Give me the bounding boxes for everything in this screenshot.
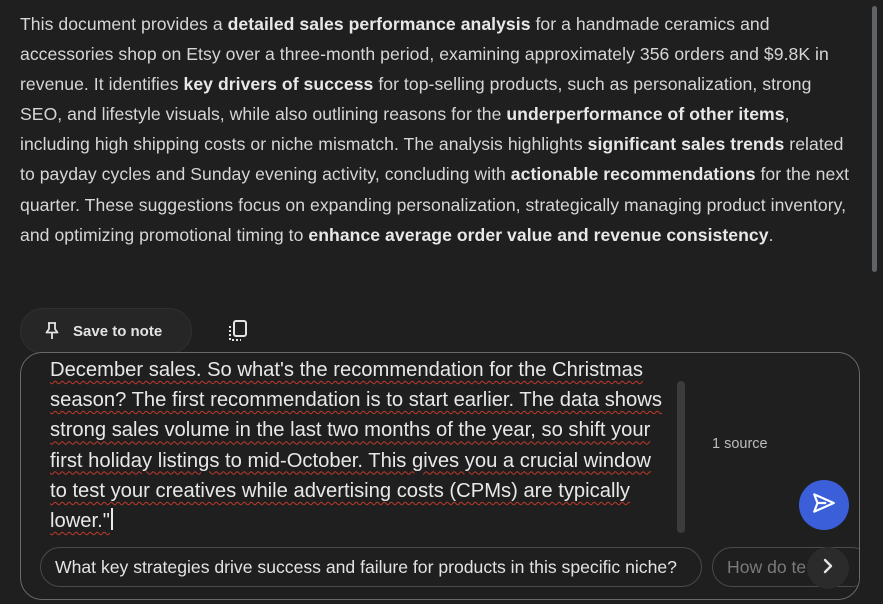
suggestion-chip[interactable]: What key strategies drive success and fa… [40, 547, 702, 587]
suggestion-label: What key strategies drive success and fa… [55, 556, 677, 577]
suggestion-label: How do te [727, 556, 807, 577]
save-to-note-button[interactable]: Save to note [20, 308, 192, 354]
page-scrollbar[interactable] [872, 6, 877, 272]
pin-icon [45, 322, 59, 340]
source-count: 1 source [712, 436, 768, 452]
chat-input[interactable]: December sales. So what's the recommenda… [50, 355, 670, 536]
send-icon [811, 490, 837, 521]
copy-icon[interactable] [226, 319, 250, 343]
summary-bold-5: actionable recommendations [510, 164, 756, 185]
summary-bold-1: detailed sales performance analysis [227, 14, 531, 34]
text-caret [110, 508, 113, 531]
send-button[interactable] [799, 480, 849, 530]
chevron-right-icon [820, 558, 836, 579]
summary-text-7: . [768, 224, 774, 245]
source-summary: This document provides a detailed sales … [20, 9, 850, 250]
summary-bold-4: significant sales trends [587, 134, 785, 155]
chat-input-scrollbar[interactable] [677, 381, 685, 533]
next-suggestions-button[interactable] [807, 547, 849, 589]
summary-bold-3: underperformance of other items [506, 104, 785, 125]
notebook-chat-panel: This document provides a detailed sales … [0, 0, 883, 604]
chat-input-box[interactable]: December sales. So what's the recommenda… [20, 352, 860, 600]
summary-bold-6: enhance average order value and revenue … [308, 224, 769, 245]
chat-input-value: December sales. So what's the recommenda… [50, 359, 662, 533]
summary-bold-2: key drivers of success [183, 74, 374, 95]
save-to-note-label: Save to note [73, 322, 163, 340]
summary-text-1: This document provides a [20, 14, 228, 34]
